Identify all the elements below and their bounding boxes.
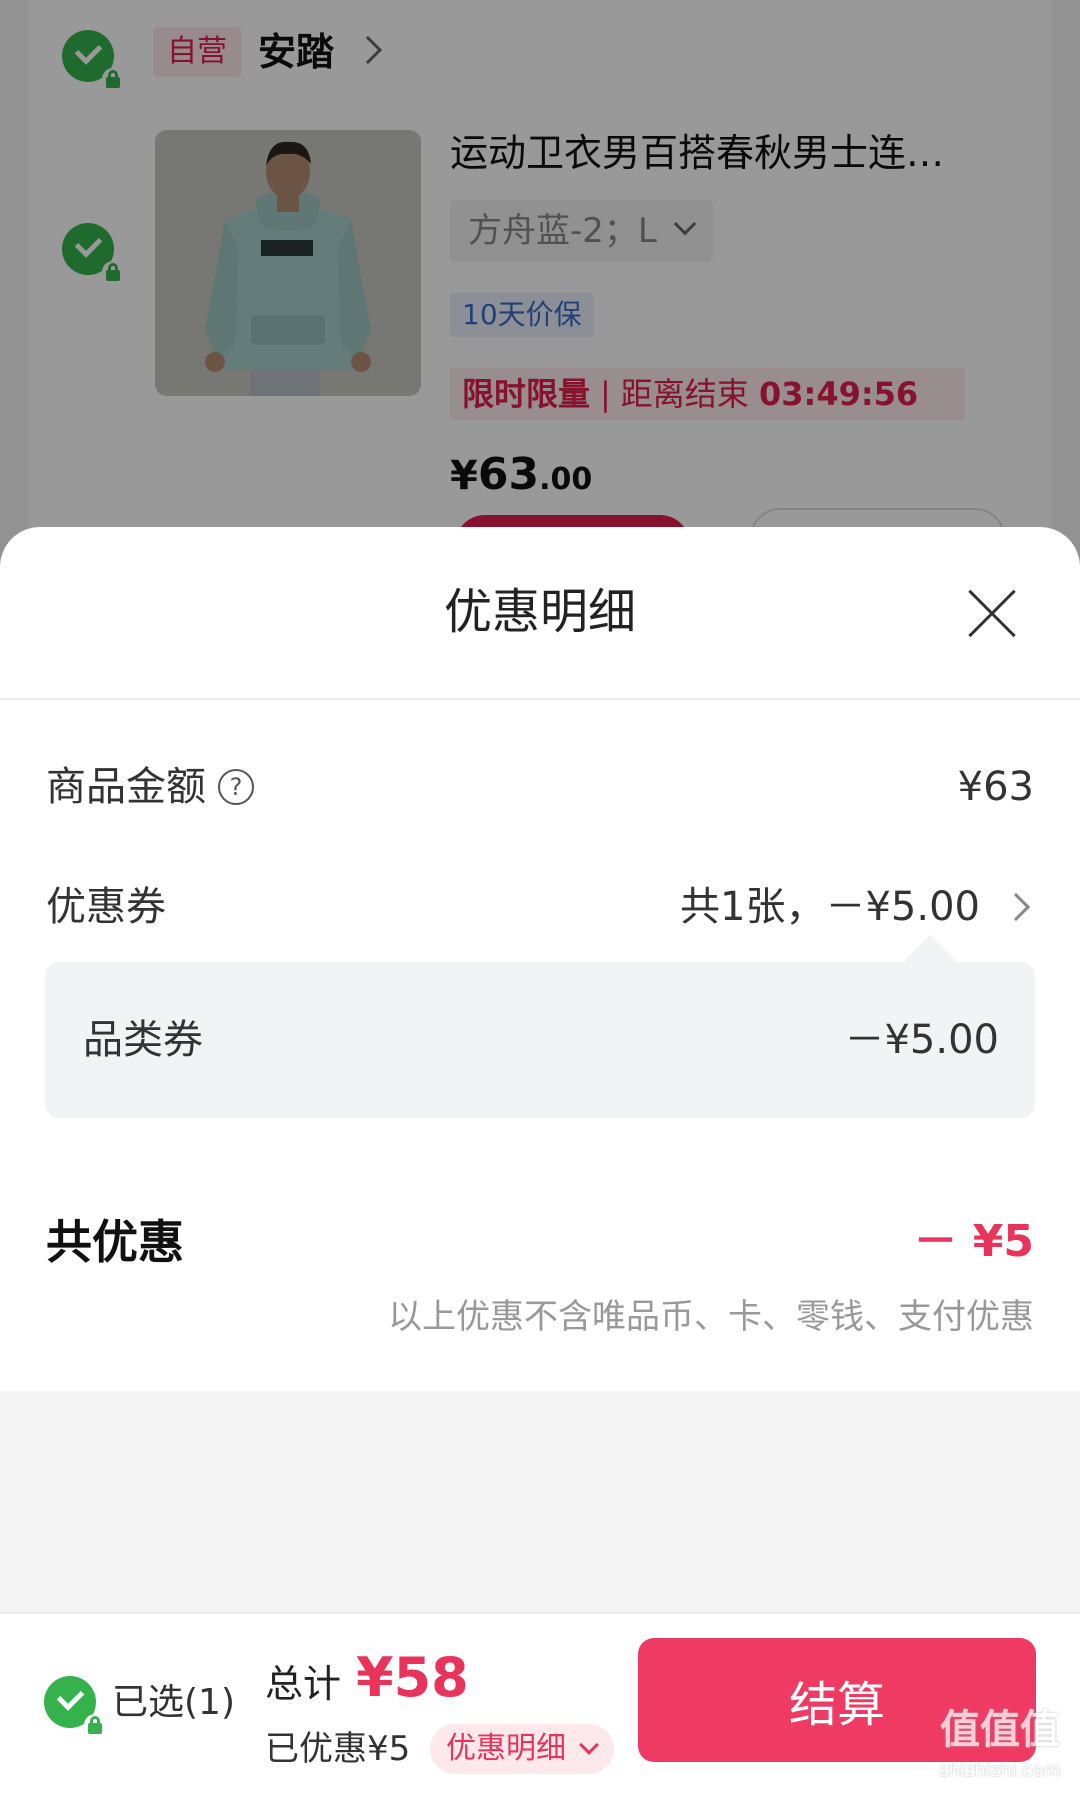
chevron-right-icon[interactable] (1001, 892, 1031, 922)
category-coupon-label: 品类券 (83, 1017, 203, 1063)
discount-detail-sheet: 优惠明细 商品金额 ? ¥63 优惠券 共1张，－¥5.00 品类券 －¥5.0… (0, 527, 1080, 1793)
total-discount-value: － ¥5 (913, 1216, 1034, 1267)
close-icon[interactable] (958, 582, 1022, 646)
saved-amount-label: 已优惠¥5 (265, 1729, 411, 1769)
goods-amount-label: 商品金额 (46, 764, 206, 810)
sheet-header: 优惠明细 (0, 527, 1080, 700)
goods-amount-value: ¥63 (957, 764, 1034, 810)
total-amount: ¥58 (356, 1646, 469, 1709)
watermark-url: zhizhizhi.com (939, 1760, 1061, 1781)
checkout-bar: 已选(1) 总计 ¥58 已优惠¥5 优惠明细 结算 (0, 1612, 1080, 1793)
coupon-label: 优惠券 (46, 884, 166, 930)
coupon-detail-box: 品类券 －¥5.00 (45, 962, 1035, 1118)
watermark: 值值值 zhizhizhi.com (925, 1705, 1075, 1790)
discount-detail-toggle[interactable]: 优惠明细 (430, 1724, 614, 1774)
watermark-logo-text: 值值值 (940, 1707, 1060, 1753)
lock-icon (84, 1714, 106, 1736)
total-label: 总计 (265, 1662, 342, 1706)
category-coupon-value: －¥5.00 (844, 1017, 999, 1063)
coupon-value[interactable]: 共1张，－¥5.00 (680, 877, 980, 937)
discount-note: 以上优惠不含唯品币、卡、零钱、支付优惠 (388, 1297, 1034, 1337)
help-icon[interactable]: ? (218, 769, 254, 805)
total-discount-label: 共优惠 (46, 1215, 184, 1269)
discount-detail-toggle-label: 优惠明细 (446, 1731, 566, 1766)
selected-count-label[interactable]: 已选(1) (112, 1676, 235, 1730)
select-all-check-icon[interactable] (44, 1676, 106, 1736)
chevron-down-icon (579, 1735, 599, 1755)
sheet-title: 优惠明细 (443, 584, 636, 640)
